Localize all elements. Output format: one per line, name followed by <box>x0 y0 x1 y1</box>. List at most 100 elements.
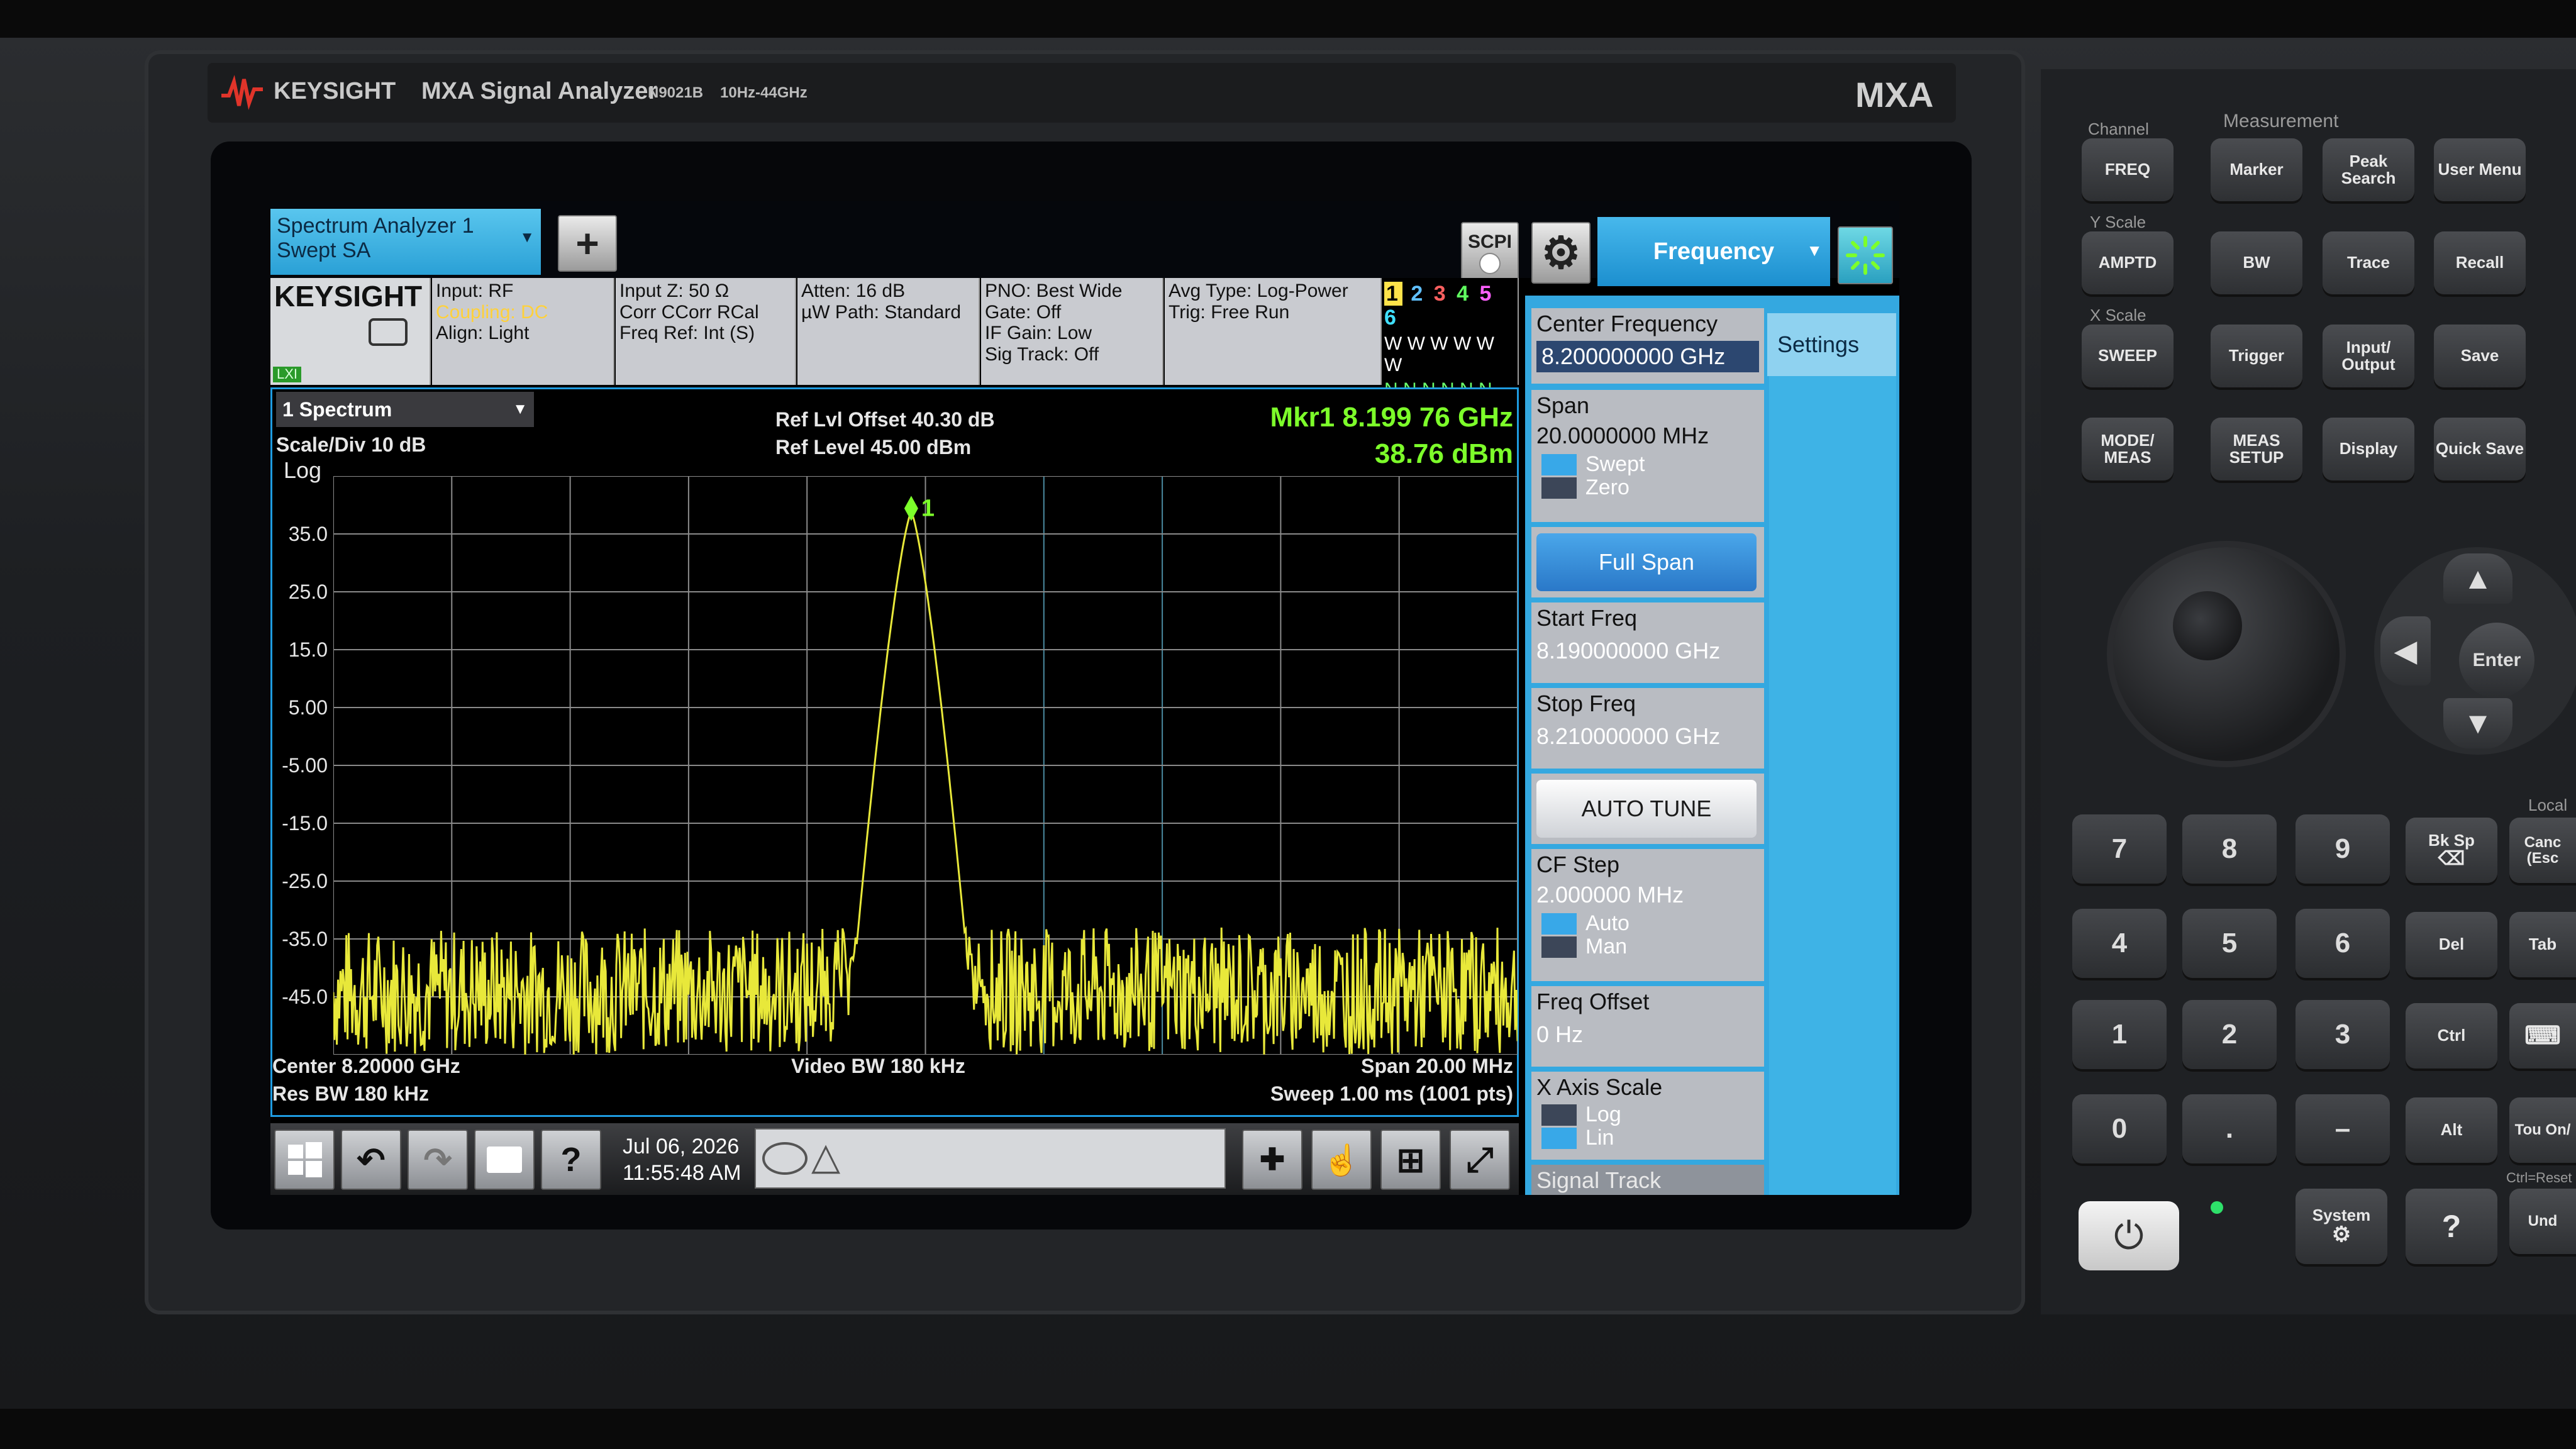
file-button[interactable] <box>474 1130 535 1190</box>
meas-setup-key[interactable]: MEAS SETUP <box>2211 418 2302 480</box>
help-icon: ? <box>2441 1208 2462 1244</box>
save-key[interactable]: Save <box>2434 325 2526 387</box>
key-6[interactable]: 6 <box>2296 909 2390 978</box>
correction-status[interactable]: Input Z: 50 Ω Corr CCorr RCal Freq Ref: … <box>616 278 796 385</box>
if-gain-label: IF Gain: Low <box>985 323 1092 344</box>
avg-status[interactable]: Avg Type: Log-Power Trig: Free Run <box>1165 278 1382 385</box>
gear-icon: ⚙ <box>2331 1222 2351 1246</box>
span-swept-option[interactable]: Swept <box>1541 452 1759 476</box>
key-3[interactable]: 3 <box>2296 1000 2390 1069</box>
enter-key[interactable]: Enter <box>2459 623 2534 698</box>
settings-gear-button[interactable]: ⚙ <box>1531 222 1591 284</box>
bk-sp-key[interactable]: Bk Sp ⌫ <box>2406 818 2497 883</box>
mode-meas-key[interactable]: MODE/ MEAS <box>2082 418 2174 480</box>
up-arrow-key[interactable]: ▲ <box>2443 553 2512 604</box>
alt-key[interactable]: Alt <box>2406 1097 2497 1163</box>
amptd-key[interactable]: AMPTD <box>2082 231 2174 294</box>
center-frequency-value[interactable]: 8.200000000 GHz <box>1536 341 1759 372</box>
trace-key[interactable]: Trace <box>2323 231 2414 294</box>
freq-key[interactable]: FREQ <box>2082 138 2174 201</box>
message-bar[interactable]: △ <box>755 1128 1226 1189</box>
windows-start-button[interactable] <box>274 1130 335 1190</box>
touch-on-off-key[interactable]: Tou On/ <box>2509 1097 2576 1163</box>
center-frequency-softkey[interactable]: Center Frequency 8.200000000 GHz <box>1531 308 1764 384</box>
cf-step-man-option[interactable]: Man <box>1541 935 1759 958</box>
input-status[interactable]: Input: RF Coupling: DC Align: Light <box>432 278 614 385</box>
display-key[interactable]: Display <box>2323 418 2414 480</box>
key-decimal[interactable]: . <box>2182 1094 2277 1163</box>
trace-selector-dropdown[interactable]: 1 Spectrum ▼ <box>276 392 534 427</box>
fullscreen-button[interactable]: ⤢ <box>1450 1130 1510 1190</box>
span-value[interactable]: 20.0000000 MHz <box>1536 423 1759 449</box>
window-tab-spectrum-analyzer[interactable]: Spectrum Analyzer 1 Swept SA ▼ <box>270 209 541 275</box>
cf-step-auto-option[interactable]: Auto <box>1541 911 1759 935</box>
freq-offset-softkey[interactable]: Freq Offset 0 Hz <box>1531 986 1764 1067</box>
key-8[interactable]: 8 <box>2182 814 2277 884</box>
key-5[interactable]: 5 <box>2182 909 2277 978</box>
atten-label: Atten: 16 dB <box>801 280 906 301</box>
start-freq-softkey[interactable]: Start Freq 8.190000000 GHz <box>1531 602 1764 683</box>
key-2[interactable]: 2 <box>2182 1000 2277 1069</box>
key-9[interactable]: 9 <box>2296 814 2390 884</box>
auto-tune-button[interactable]: AUTO TUNE <box>1536 780 1757 838</box>
power-led <box>2211 1201 2223 1214</box>
atten-status[interactable]: Atten: 16 dB µW Path: Standard <box>797 278 980 385</box>
key-4[interactable]: 4 <box>2072 909 2167 978</box>
span-softkey[interactable]: Span 20.0000000 MHz Swept Zero <box>1531 390 1764 522</box>
cf-step-softkey[interactable]: CF Step 2.000000 MHz Auto Man <box>1531 849 1764 981</box>
marker-key[interactable]: Marker <box>2211 138 2302 201</box>
frequency-menu-title[interactable]: Frequency ▼ <box>1597 217 1830 286</box>
x-axis-lin-option[interactable]: Lin <box>1541 1126 1759 1150</box>
key-7[interactable]: 7 <box>2072 814 2167 884</box>
freq-offset-value[interactable]: 0 Hz <box>1536 1021 1759 1048</box>
folder-icon <box>487 1146 522 1173</box>
spectrum-plot-window[interactable]: 1 Spectrum ▼ Scale/Div 10 dB Log Ref Lvl… <box>270 387 1519 1117</box>
stop-freq-softkey[interactable]: Stop Freq 8.210000000 GHz <box>1531 688 1764 769</box>
recall-key[interactable]: Recall <box>2434 231 2526 294</box>
left-arrow-key[interactable]: ◀ <box>2380 616 2431 686</box>
undo-key[interactable]: Und <box>2509 1189 2576 1254</box>
peak-search-key[interactable]: Peak Search <box>2323 138 2414 201</box>
signal-track-softkey[interactable]: Signal Track <box>1531 1165 1764 1195</box>
rotary-knob[interactable] <box>2113 547 2340 761</box>
model-name: MXA Signal Analyzer <box>421 78 658 104</box>
keyboard-key[interactable]: ⌨ <box>2509 1003 2576 1069</box>
sweep-key[interactable]: SWEEP <box>2082 325 2174 387</box>
key-1[interactable]: 1 <box>2072 1000 2167 1069</box>
trigger-key[interactable]: Trigger <box>2211 325 2302 387</box>
input-output-key[interactable]: Input/ Output <box>2323 325 2414 387</box>
help-button[interactable]: ? <box>541 1130 601 1190</box>
cf-step-value[interactable]: 2.000000 MHz <box>1536 882 1759 908</box>
down-arrow-key[interactable]: ▼ <box>2443 698 2512 748</box>
quick-save-key[interactable]: Quick Save <box>2434 418 2526 480</box>
cancel-esc-key[interactable]: Canc (Esc <box>2509 818 2576 883</box>
touch-select-button[interactable]: ☝ <box>1311 1130 1372 1190</box>
multi-window-button[interactable]: ⊞ <box>1380 1130 1441 1190</box>
busy-indicator-button[interactable] <box>1838 226 1893 284</box>
start-freq-value[interactable]: 8.190000000 GHz <box>1536 638 1759 664</box>
zoom-fit-button[interactable]: ✚ <box>1242 1130 1302 1190</box>
del-key[interactable]: Del <box>2406 912 2497 977</box>
x-axis-scale-softkey[interactable]: X Axis Scale Log Lin <box>1531 1072 1764 1160</box>
add-window-button[interactable]: + <box>558 215 617 272</box>
system-key[interactable]: System ⚙ <box>2296 1189 2387 1264</box>
spectrum-graph[interactable]: 1 <box>333 476 1518 1055</box>
help-key[interactable]: ? <box>2406 1189 2497 1264</box>
ctrl-key[interactable]: Ctrl <box>2406 1003 2497 1069</box>
key-0[interactable]: 0 <box>2072 1094 2167 1163</box>
redo-button[interactable]: ↷ <box>408 1130 468 1190</box>
bw-key[interactable]: BW <box>2211 231 2302 294</box>
scpi-button[interactable]: SCPI <box>1461 222 1519 284</box>
key-minus[interactable]: – <box>2296 1094 2390 1163</box>
trace-status-grid[interactable]: 1 2 3 4 5 6 W W W W W W N N N N N N <box>1383 278 1519 400</box>
user-menu-key[interactable]: User Menu <box>2434 138 2526 201</box>
power-button[interactable]: ⏻ <box>2079 1201 2179 1270</box>
span-zero-option[interactable]: Zero <box>1541 475 1759 499</box>
settings-tab[interactable]: Settings <box>1767 313 1896 376</box>
undo-button[interactable]: ↶ <box>341 1130 401 1190</box>
stop-freq-value[interactable]: 8.210000000 GHz <box>1536 723 1759 750</box>
tab-key[interactable]: Tab <box>2509 912 2576 977</box>
pno-status[interactable]: PNO: Best Wide Gate: Off IF Gain: Low Si… <box>981 278 1163 385</box>
full-span-button[interactable]: Full Span <box>1536 533 1757 591</box>
x-axis-log-option[interactable]: Log <box>1541 1102 1759 1126</box>
